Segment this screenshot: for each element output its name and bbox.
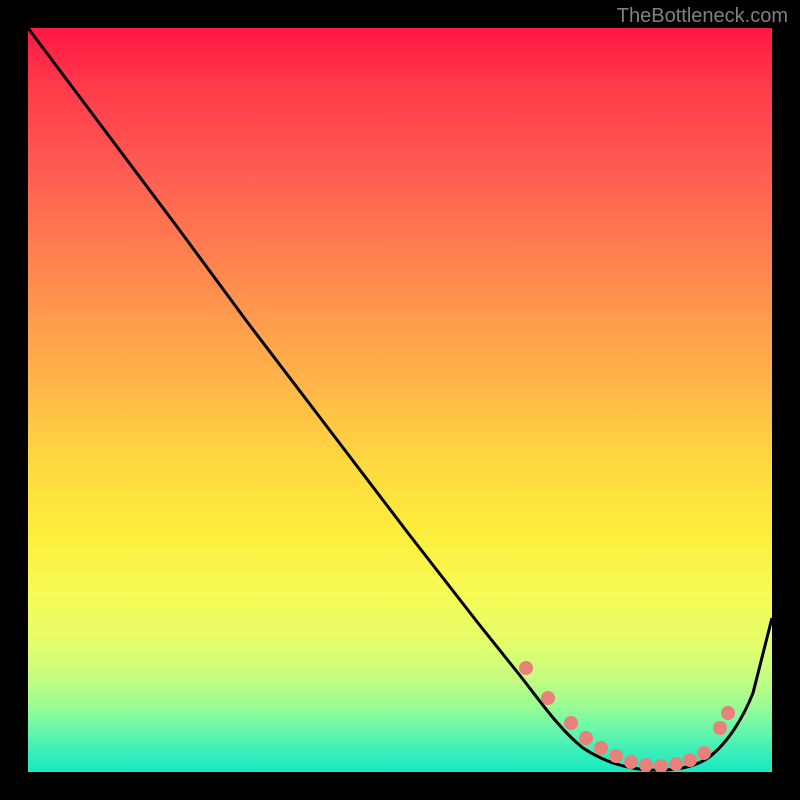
marker-dot <box>579 731 593 745</box>
marker-dot <box>721 706 735 720</box>
curve-overlay <box>28 28 772 772</box>
bottleneck-line <box>28 28 772 770</box>
marker-dot <box>654 759 668 772</box>
marker-dot <box>594 741 608 755</box>
marker-dot <box>683 753 697 767</box>
marker-dot <box>669 757 683 771</box>
marker-dot <box>624 755 638 769</box>
marker-dot <box>697 746 711 760</box>
chart-plot-area <box>28 28 772 772</box>
attribution-text: TheBottleneck.com <box>617 5 788 28</box>
marker-dot <box>519 661 533 675</box>
marker-dot <box>609 749 623 763</box>
chart-container: TheBottleneck.com <box>0 0 800 800</box>
marker-dot <box>564 716 578 730</box>
marker-dot <box>639 758 653 772</box>
marker-dot <box>713 721 727 735</box>
marker-dot <box>541 691 555 705</box>
